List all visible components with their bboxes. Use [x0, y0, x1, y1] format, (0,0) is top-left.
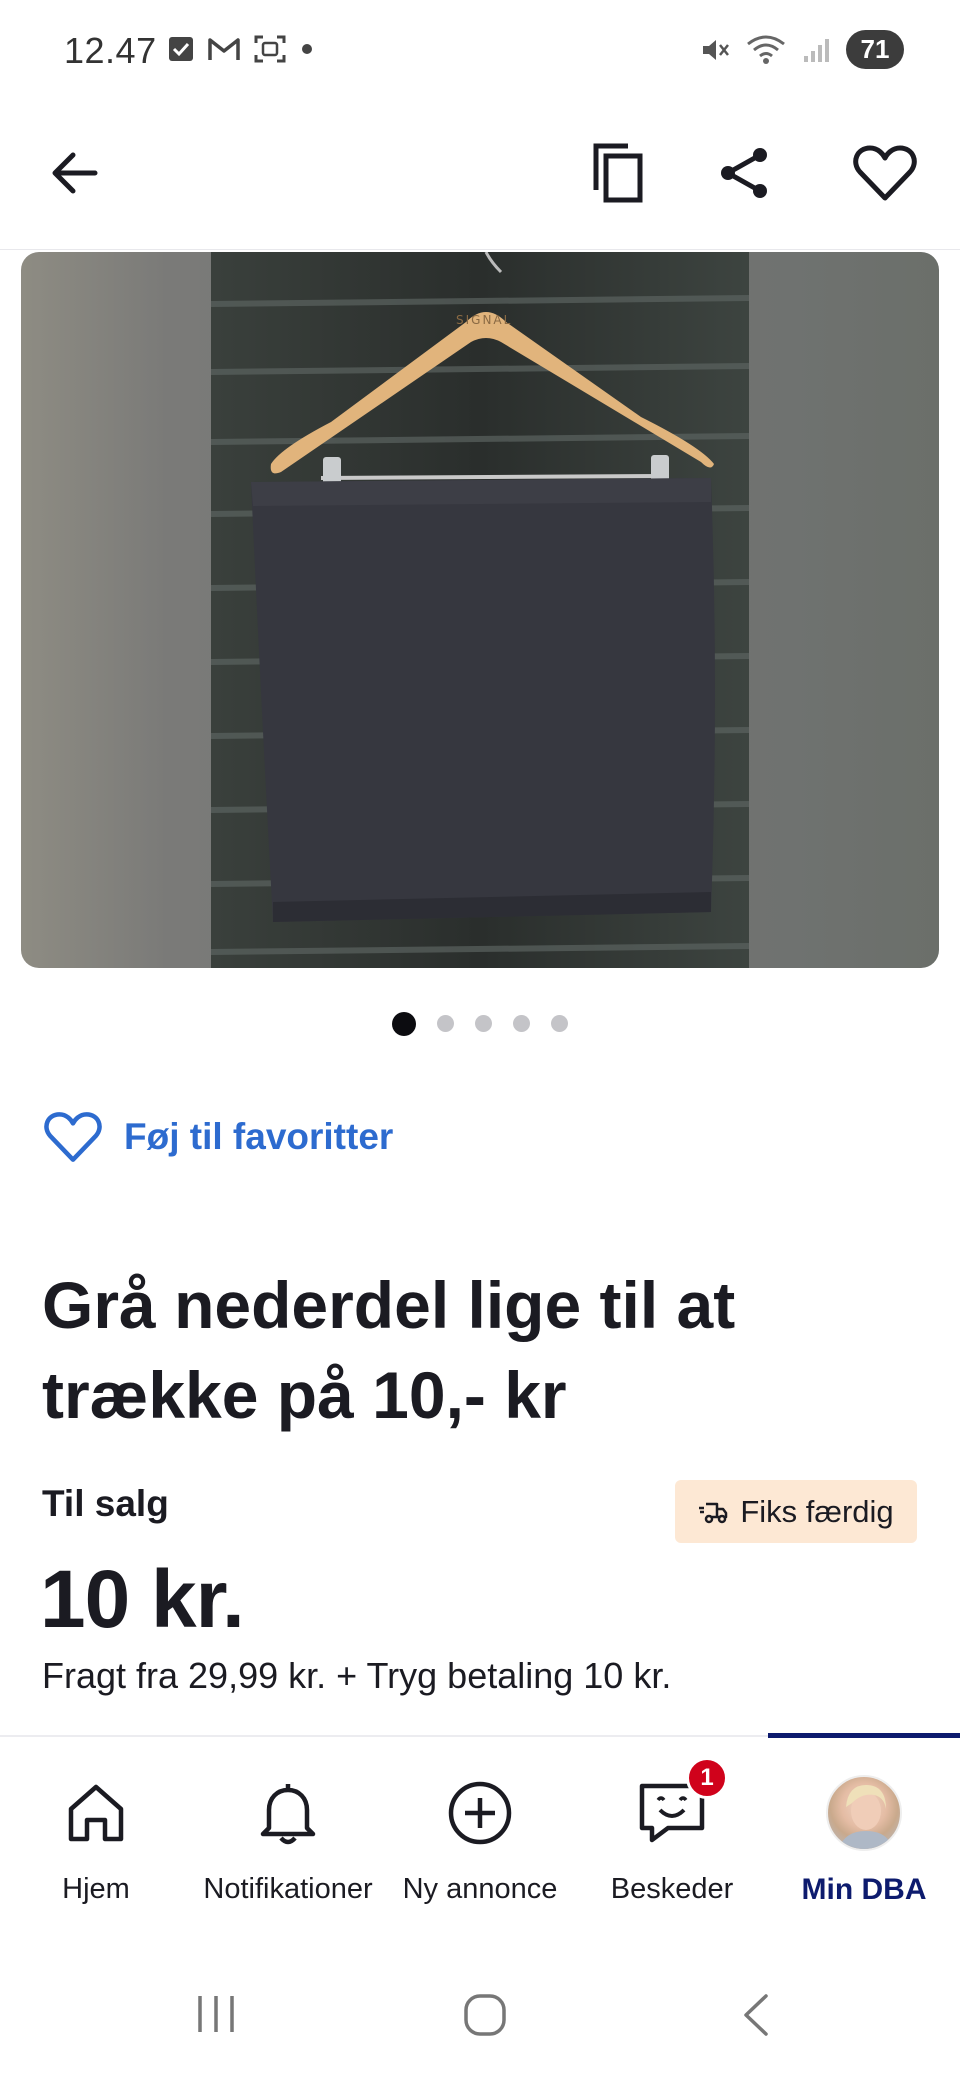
recent-apps-icon	[198, 1996, 234, 2032]
status-time: 12.47	[64, 30, 157, 71]
checkbox-icon	[169, 37, 193, 61]
home-circle-icon	[464, 1994, 506, 2036]
listing-status: Til salg	[42, 1483, 169, 1524]
carousel-dot-2[interactable]	[437, 1015, 454, 1032]
carousel-dot-1[interactable]	[392, 1012, 416, 1036]
heart-outline-icon	[44, 1112, 102, 1162]
bell-icon	[260, 1784, 316, 1845]
messages-count-badge: 1	[686, 1757, 728, 1799]
carousel-indicator	[0, 1012, 960, 1036]
add-to-favorites-label: Føj til favoritter	[124, 1116, 394, 1157]
back-button[interactable]	[34, 133, 114, 213]
nav-label-new-listing: Ny annonce	[402, 1873, 558, 1905]
home-icon	[68, 1784, 124, 1842]
system-navigation-bar	[0, 1950, 960, 2080]
back-arrow-icon	[52, 152, 98, 194]
avatar	[826, 1775, 902, 1851]
plus-circle-icon	[448, 1781, 512, 1845]
favorite-header-button[interactable]	[845, 133, 925, 213]
nav-label-home: Hjem	[62, 1873, 130, 1905]
nav-label-messages: Beskeder	[610, 1873, 734, 1905]
nav-label-min-dba: Min DBA	[801, 1873, 927, 1906]
nav-item-min-dba[interactable]: Min DBA	[768, 1737, 960, 1937]
product-image-carousel[interactable]: SIGNAL	[21, 252, 939, 968]
gmail-icon	[208, 38, 240, 60]
share-button[interactable]	[704, 133, 784, 213]
battery-indicator: 71	[846, 30, 904, 69]
add-to-favorites-button[interactable]: Føj til favoritter	[44, 1110, 393, 1164]
home-system-button[interactable]	[462, 1992, 508, 2043]
status-icons-left	[168, 34, 314, 64]
carousel-dot-3[interactable]	[475, 1015, 492, 1032]
chevron-left-icon	[744, 1994, 768, 2036]
app-header	[0, 105, 960, 250]
signal-icon	[804, 38, 829, 62]
wifi-icon	[747, 35, 785, 64]
dot-icon	[302, 44, 312, 54]
screenshot-icon	[254, 35, 286, 63]
status-icons-right: 71	[700, 30, 904, 69]
delivery-truck-icon	[699, 1502, 728, 1523]
heart-outline-icon	[853, 145, 917, 201]
fiks-faerdig-label: Fiks færdig	[740, 1493, 894, 1529]
carousel-dot-4[interactable]	[513, 1015, 530, 1032]
back-system-button[interactable]	[738, 1992, 774, 2043]
share-icon	[721, 148, 767, 198]
fiks-faerdig-badge: Fiks færdig	[675, 1480, 917, 1543]
copy-icon	[593, 143, 643, 203]
bottom-navigation: Hjem Notifikationer Ny annonce 1 Beskede…	[0, 1733, 960, 1950]
listing-price: 10 kr.	[40, 1554, 245, 1645]
nav-item-home[interactable]: Hjem	[0, 1737, 192, 1937]
hanger-text: SIGNAL	[456, 313, 512, 327]
nav-item-notifications[interactable]: Notifikationer	[192, 1737, 384, 1937]
carousel-dot-5[interactable]	[551, 1015, 568, 1032]
skirt-photo-illustration: SIGNAL	[211, 252, 749, 968]
nav-item-messages[interactable]: 1 Beskeder	[576, 1737, 768, 1937]
shipping-info: Fragt fra 29,99 kr. + Tryg betaling 10 k…	[42, 1655, 672, 1696]
listing-title: Grå nederdel lige til at trække på 10,- …	[42, 1268, 736, 1432]
recent-apps-button[interactable]	[194, 1992, 238, 2041]
copy-button[interactable]	[578, 133, 658, 213]
product-photo: SIGNAL	[211, 252, 749, 968]
nav-label-notifications: Notifikationer	[203, 1873, 373, 1905]
status-bar: 12.47 71	[0, 0, 960, 105]
mute-icon	[703, 39, 729, 60]
nav-item-new-listing[interactable]: Ny annonce	[384, 1737, 576, 1937]
